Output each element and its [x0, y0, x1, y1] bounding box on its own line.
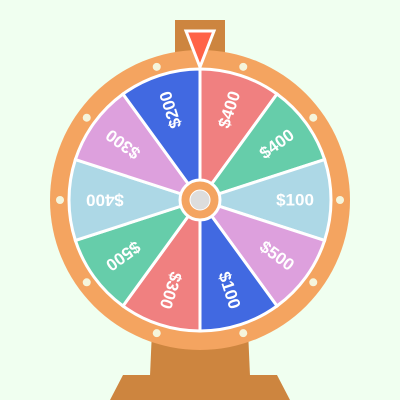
- rim-light: [82, 278, 91, 287]
- rim-light: [309, 278, 318, 287]
- rim-light: [82, 113, 91, 122]
- rim-light: [336, 196, 344, 204]
- rim-light: [309, 113, 318, 122]
- rim-light: [56, 196, 64, 204]
- rim-light: [239, 62, 248, 71]
- rim-light: [152, 329, 161, 338]
- hub-center: [189, 189, 211, 211]
- segment-label: $400: [86, 191, 124, 210]
- rim-light: [239, 329, 248, 338]
- rim-light: [152, 62, 161, 71]
- stand-base: [110, 375, 290, 400]
- segment-label: $100: [276, 191, 314, 210]
- wheel-hub[interactable]: [178, 178, 222, 222]
- wheel-scene: $400$400$100$500$100$300$500$400$300$200: [50, 20, 350, 400]
